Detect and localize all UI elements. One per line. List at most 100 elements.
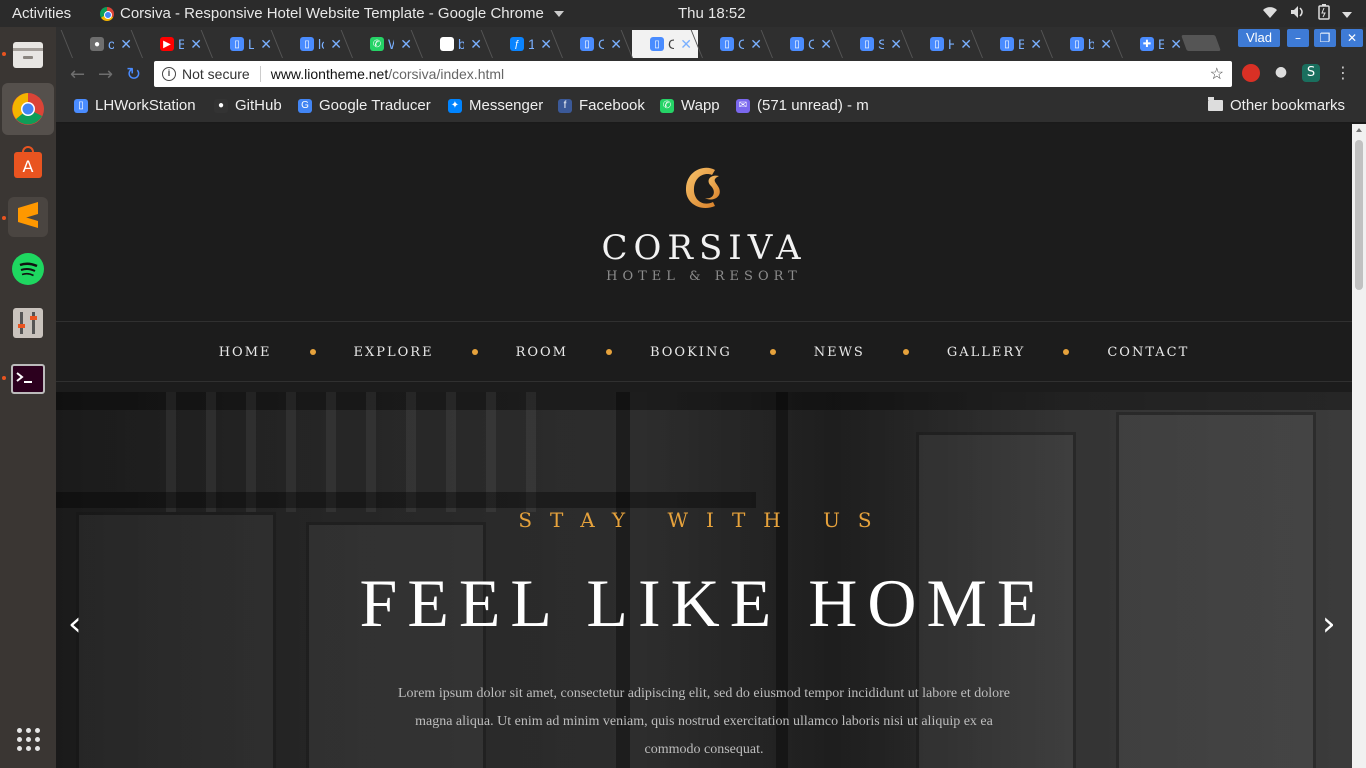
bookmark-label: Messenger <box>469 97 544 114</box>
sublime-text-icon[interactable] <box>8 197 48 237</box>
browser-tab[interactable]: ▯ Co ✕ <box>562 30 628 58</box>
browser-tab[interactable]: ✆ W ✕ <box>352 30 418 58</box>
tab-title: be <box>458 36 465 52</box>
spotify-icon[interactable] <box>8 249 48 289</box>
tab-close-icon[interactable]: ✕ <box>960 36 972 53</box>
scroll-up-icon[interactable] <box>1356 128 1362 132</box>
nav-booking[interactable]: BOOKING <box>650 345 732 360</box>
bookmark-label: Facebook <box>579 97 645 114</box>
power-menu-chevron-icon[interactable] <box>1342 6 1352 22</box>
adblock-extension-icon[interactable] <box>1242 64 1260 82</box>
nav-gallery[interactable]: GALLERY <box>947 345 1026 360</box>
tab-close-icon[interactable]: ✕ <box>1100 36 1112 53</box>
forward-button[interactable]: → <box>98 64 113 85</box>
browser-tab[interactable]: ▯ Co ✕ <box>632 30 698 58</box>
browser-tab[interactable]: ▯ B ✕ <box>982 30 1048 58</box>
browser-tab[interactable]: ▯ C ✕ <box>702 30 768 58</box>
terminal-icon[interactable] <box>8 359 48 399</box>
browser-tab[interactable]: ▯ S ✕ <box>842 30 908 58</box>
browser-tab[interactable]: ✚ E ✕ <box>1122 30 1188 58</box>
nav-news[interactable]: NEWS <box>814 345 865 360</box>
tab-close-icon[interactable]: ✕ <box>260 36 272 53</box>
tab-close-icon[interactable]: ✕ <box>470 36 482 53</box>
chrome-app-icon[interactable] <box>2 83 54 135</box>
tab-close-icon[interactable]: ✕ <box>820 36 832 53</box>
tab-close-icon[interactable]: ✕ <box>120 36 132 53</box>
tab-close-icon[interactable]: ✕ <box>540 36 552 53</box>
bookmark-item[interactable]: ✆ Wapp <box>660 97 720 114</box>
page-icon: ▯ <box>650 37 664 51</box>
clock[interactable]: Thu 18:52 <box>678 5 746 22</box>
tab-close-icon[interactable]: ✕ <box>400 36 412 53</box>
tab-close-icon[interactable]: ✕ <box>330 36 342 53</box>
activities-button[interactable]: Activities <box>12 5 71 22</box>
volume-icon[interactable] <box>1290 5 1306 23</box>
back-button[interactable]: ← <box>70 64 85 85</box>
bookmark-item[interactable]: ✦ Messenger <box>448 97 543 114</box>
tab-close-icon[interactable]: ✕ <box>610 36 622 53</box>
slider-prev-arrow-icon[interactable]: ‹ <box>68 604 82 644</box>
page-icon: ▯ <box>790 37 804 51</box>
tab-close-icon[interactable]: ✕ <box>680 36 692 53</box>
tab-close-icon[interactable]: ✕ <box>750 36 762 53</box>
browser-tab[interactable]: Gbe ✕ <box>422 30 488 58</box>
brand-name[interactable]: CORSIVA <box>56 228 1352 268</box>
url-domain: www.liontheme.net <box>270 66 389 82</box>
scrollbar-thumb[interactable] <box>1355 140 1363 290</box>
info-icon[interactable]: i <box>162 67 176 81</box>
tab-strip: Vlad – ❐ ✕ ● cr ✕ ▶ B ✕ ▯ Lo ✕ ▯ lo ✕ ✆ W ✕ Gbe ✕ ƒ 1(✕ ▯ Co… <box>56 27 1366 58</box>
browser-tab[interactable]: ▯ C ✕ <box>772 30 838 58</box>
browser-tab[interactable]: ▯ Lo ✕ <box>212 30 278 58</box>
app-menu[interactable]: Corsiva - Responsive Hotel Website Templ… <box>100 5 564 22</box>
ghostery-extension-icon[interactable]: ● <box>1272 64 1290 82</box>
address-bar[interactable]: i Not secure www.liontheme.net /corsiva/… <box>154 61 1232 87</box>
bookmark-item[interactable]: ▯ LHWorkStation <box>74 97 196 114</box>
bookmark-item[interactable]: ✉ (571 unread) - m <box>736 97 869 114</box>
bookmark-star-icon[interactable]: ☆ <box>1210 64 1224 84</box>
nav-home[interactable]: HOME <box>219 345 272 360</box>
corsiva-logo-icon[interactable] <box>681 162 729 214</box>
maximize-button[interactable]: ❐ <box>1314 29 1336 47</box>
stylus-extension-icon[interactable]: S <box>1302 64 1320 82</box>
files-app-icon[interactable] <box>8 35 48 75</box>
folder-icon <box>1208 97 1223 111</box>
bookmark-item[interactable]: G Google Traducer <box>298 97 431 114</box>
tab-close-icon[interactable]: ✕ <box>1030 36 1042 53</box>
show-applications-icon[interactable] <box>8 719 48 759</box>
browser-tab[interactable]: ▯ b ✕ <box>1052 30 1118 58</box>
bookmark-label: Google Traducer <box>319 97 431 114</box>
system-tray[interactable] <box>1262 4 1352 24</box>
page-scrollbar[interactable] <box>1352 124 1366 768</box>
battery-icon[interactable] <box>1318 4 1330 24</box>
tab-title: H <box>948 36 955 52</box>
bookmark-item[interactable]: f Facebook <box>558 97 645 114</box>
browser-tab[interactable]: ▶ B ✕ <box>142 30 208 58</box>
nav-explore[interactable]: EXPLORE <box>354 345 434 360</box>
toolbar: ← → ↻ i Not secure www.liontheme.net /co… <box>56 58 1366 90</box>
bookmark-item[interactable]: ● GitHub <box>214 97 282 114</box>
page-icon: ▯ <box>580 37 594 51</box>
nav-separator <box>605 349 612 355</box>
page-icon: ▯ <box>1000 37 1014 51</box>
profile-button[interactable]: Vlad <box>1238 29 1281 47</box>
mixer-app-icon[interactable] <box>8 303 48 343</box>
slider-next-arrow-icon[interactable]: › <box>1322 604 1336 644</box>
tab-close-icon[interactable]: ✕ <box>890 36 902 53</box>
other-bookmarks-folder[interactable]: Other bookmarks <box>1208 97 1345 114</box>
wifi-icon[interactable] <box>1262 5 1278 23</box>
browser-tab[interactable]: ▯ lo ✕ <box>282 30 348 58</box>
software-center-icon[interactable]: A <box>8 143 48 183</box>
tab-close-icon[interactable]: ✕ <box>1170 36 1182 53</box>
chrome-menu-icon[interactable]: ⋮ <box>1334 64 1352 82</box>
browser-tab[interactable]: ▯ H ✕ <box>912 30 978 58</box>
reload-button[interactable]: ↻ <box>126 64 141 85</box>
browser-tab[interactable]: ● cr ✕ <box>72 30 138 58</box>
nav-room[interactable]: ROOM <box>516 345 568 360</box>
browser-tab[interactable]: ƒ 1(✕ <box>492 30 558 58</box>
nav-contact[interactable]: CONTACT <box>1107 345 1189 360</box>
minimize-button[interactable]: – <box>1287 29 1309 47</box>
close-window-button[interactable]: ✕ <box>1341 29 1363 47</box>
tab-close-icon[interactable]: ✕ <box>190 36 202 53</box>
chevron-down-icon <box>553 10 564 17</box>
hero-kicker: STAY WITH US <box>518 508 890 532</box>
